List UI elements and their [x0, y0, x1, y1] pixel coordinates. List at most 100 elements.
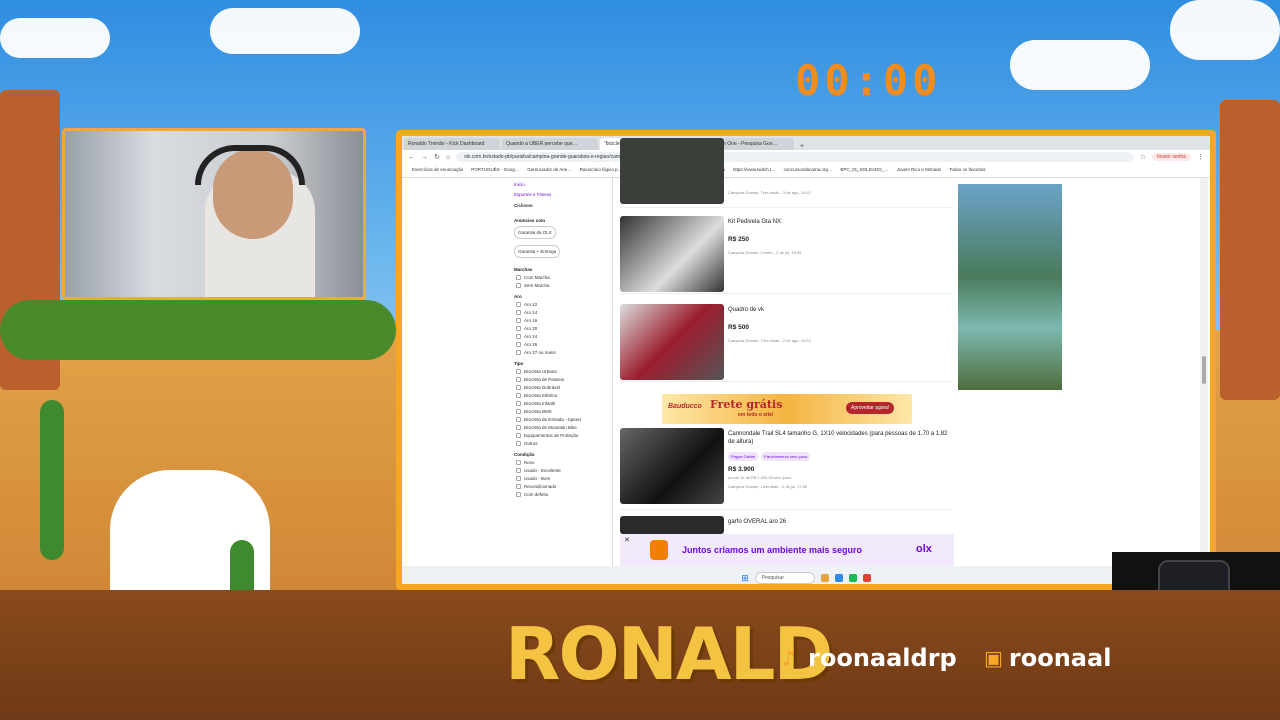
filter-option[interactable]: Aro 20	[516, 326, 614, 331]
checkbox[interactable]	[516, 318, 521, 323]
page-content: Início Esportes e Fitness Ciclismo Anúnc…	[402, 138, 1198, 566]
bookmark[interactable]: Raciocínio lógico p…	[580, 167, 622, 174]
filter-option[interactable]: Bicicleta Dobrável	[516, 385, 614, 390]
listing-card[interactable]: Kit Pedivela Gta NX R$ 250 Campina Grand…	[620, 216, 952, 294]
scrollbar[interactable]	[1200, 178, 1208, 566]
checkbox[interactable]	[516, 326, 521, 331]
scrollbar-thumb[interactable]	[1202, 356, 1206, 384]
filter-option[interactable]: Bicicleta de Passeio	[516, 377, 614, 382]
home-icon[interactable]: ⌂	[446, 154, 450, 161]
checkbox[interactable]	[516, 468, 521, 473]
checkbox[interactable]	[516, 409, 521, 414]
filter-option[interactable]: Usado - Bom	[516, 476, 614, 481]
filter-option[interactable]: Aro 27 ou maior	[516, 350, 614, 355]
filter-option[interactable]: Novo	[516, 460, 614, 465]
listing-title[interactable]: Quadro de vk	[728, 306, 948, 314]
bookmark[interactable]: Exercícios de enunciação	[412, 167, 463, 174]
filter-option[interactable]: Aro 12	[516, 302, 614, 307]
filter-option[interactable]: Aro 16	[516, 318, 614, 323]
filter-option[interactable]: Usado - Excelente	[516, 468, 614, 473]
breadcrumb-sub[interactable]: Esportes e Fitness	[514, 192, 614, 197]
filter-option[interactable]: Outros	[516, 441, 614, 446]
breadcrumb-home[interactable]: Início	[514, 182, 614, 187]
promo-banner[interactable]: Bauducco Frete grátis em todo o site! Ap…	[662, 394, 912, 424]
filter-group-title: Marchas	[514, 267, 533, 272]
checkbox[interactable]	[516, 460, 521, 465]
hotel-ad-image[interactable]	[958, 184, 1062, 390]
bookmark[interactable]: PORTUGUÊS - Goog…	[471, 167, 519, 174]
promo-cta-button[interactable]: Aproveitar agora!	[846, 402, 895, 414]
filter-option[interactable]: Aro 14	[516, 310, 614, 315]
olx-safety-banner[interactable]: ✕ Juntos criamos um ambiente mais seguro…	[620, 534, 954, 566]
filter-option[interactable]: Bicicleta Urbana	[516, 369, 614, 374]
profile-button[interactable]: Inserir senha	[1152, 153, 1191, 161]
checkbox[interactable]	[516, 417, 521, 422]
filter-option[interactable]: Sem Marcha	[516, 283, 614, 288]
filter-option[interactable]: Bicicleta de Estrada - Speed	[516, 417, 614, 422]
filter-option[interactable]: Recondicionado	[516, 484, 614, 489]
filter-option-label: Aro 14	[524, 310, 538, 315]
listing-title[interactable]: Kit Pedivela Gta NX	[728, 218, 948, 226]
checkbox[interactable]	[516, 385, 521, 390]
chrome-icon[interactable]	[862, 574, 871, 582]
checkbox[interactable]	[516, 369, 521, 374]
filter-option[interactable]: Equipamentos de Proteção	[516, 433, 614, 438]
checkbox[interactable]	[516, 350, 521, 355]
menu-icon[interactable]: ⋮	[1197, 153, 1204, 161]
checkbox[interactable]	[516, 275, 521, 280]
filter-option[interactable]: Bicicleta Infantil	[516, 401, 614, 406]
checkbox[interactable]	[516, 310, 521, 315]
listing-photo[interactable]	[620, 428, 724, 504]
edge-icon[interactable]	[834, 574, 843, 582]
checkbox[interactable]	[516, 484, 521, 489]
filter-option[interactable]: Com defeito	[516, 492, 614, 497]
checkbox[interactable]	[516, 425, 521, 430]
checkbox[interactable]	[516, 401, 521, 406]
file-explorer-icon[interactable]	[820, 574, 829, 582]
filter-option[interactable]: Bicicleta Elétrica	[516, 393, 614, 398]
listing-title[interactable]: Cannondale Trail SL4 tamanho G, 1X10 vel…	[728, 430, 948, 446]
checkbox[interactable]	[516, 302, 521, 307]
windows-start-icon[interactable]: ⊞	[741, 573, 749, 584]
olx-safety-text: Juntos criamos um ambiente mais seguro	[682, 545, 863, 555]
bookmark[interactable]: Gerenciador de Ane…	[527, 167, 572, 174]
listing-photo[interactable]	[620, 216, 724, 292]
browser-tab[interactable]: Ronaldo Treinão - Kick Dashboard	[404, 138, 500, 150]
listing-photo[interactable]	[620, 304, 724, 380]
filter-chip[interactable]: Garantia da OLX	[514, 226, 556, 239]
checkbox[interactable]	[516, 441, 521, 446]
listing-card[interactable]: Cannondale Trail SL4 tamanho G, 1X10 vel…	[620, 428, 952, 510]
checkbox[interactable]	[516, 492, 521, 497]
bookmark-all-folder[interactable]: Todos os favoritos	[949, 167, 985, 174]
checkbox[interactable]	[516, 377, 521, 382]
listing-card[interactable]: garfo OVERAL aro 26	[620, 516, 952, 536]
checkbox[interactable]	[516, 334, 521, 339]
browser-tab[interactable]: Quando a UBER percebe que…	[502, 138, 598, 150]
filter-chip[interactable]: Garantia + Entrega	[514, 245, 561, 258]
taskbar-search[interactable]: Pesquisar	[754, 572, 815, 584]
filter-option[interactable]: Bicicleta de Mountain Bike	[516, 425, 614, 430]
filter-option[interactable]: Aro 24	[516, 334, 614, 339]
checkbox[interactable]	[516, 283, 521, 288]
filter-option[interactable]: Bicicleta BMX	[516, 409, 614, 414]
checkbox[interactable]	[516, 433, 521, 438]
listing-card[interactable]: Campina Grande, Três irmãs - 3 de ago, 1…	[620, 136, 952, 208]
listing-photo[interactable]	[620, 138, 724, 204]
listing-title[interactable]: garfo OVERAL aro 26	[728, 518, 948, 526]
checkbox[interactable]	[516, 476, 521, 481]
forward-icon[interactable]: →	[421, 154, 428, 161]
olx-logo: olx	[916, 543, 932, 555]
listing-tag: Parcelamento sem juros	[761, 452, 811, 461]
close-icon[interactable]: ✕	[624, 536, 630, 544]
filter-option[interactable]: Com Marcha	[516, 275, 614, 280]
checkbox[interactable]	[516, 393, 521, 398]
bookmark-star-icon[interactable]: ☆	[1140, 153, 1146, 161]
back-icon[interactable]: ←	[408, 154, 415, 161]
filter-option-label: Aro 27 ou maior	[524, 350, 557, 355]
filter-option[interactable]: Aro 26	[516, 342, 614, 347]
reload-icon[interactable]: ↻	[434, 153, 440, 161]
listing-card[interactable]: Quadro de vk R$ 500 Campina Grande, Três…	[620, 304, 952, 382]
checkbox[interactable]	[516, 342, 521, 347]
listing-photo[interactable]	[620, 516, 724, 534]
spotify-icon[interactable]	[848, 574, 857, 582]
